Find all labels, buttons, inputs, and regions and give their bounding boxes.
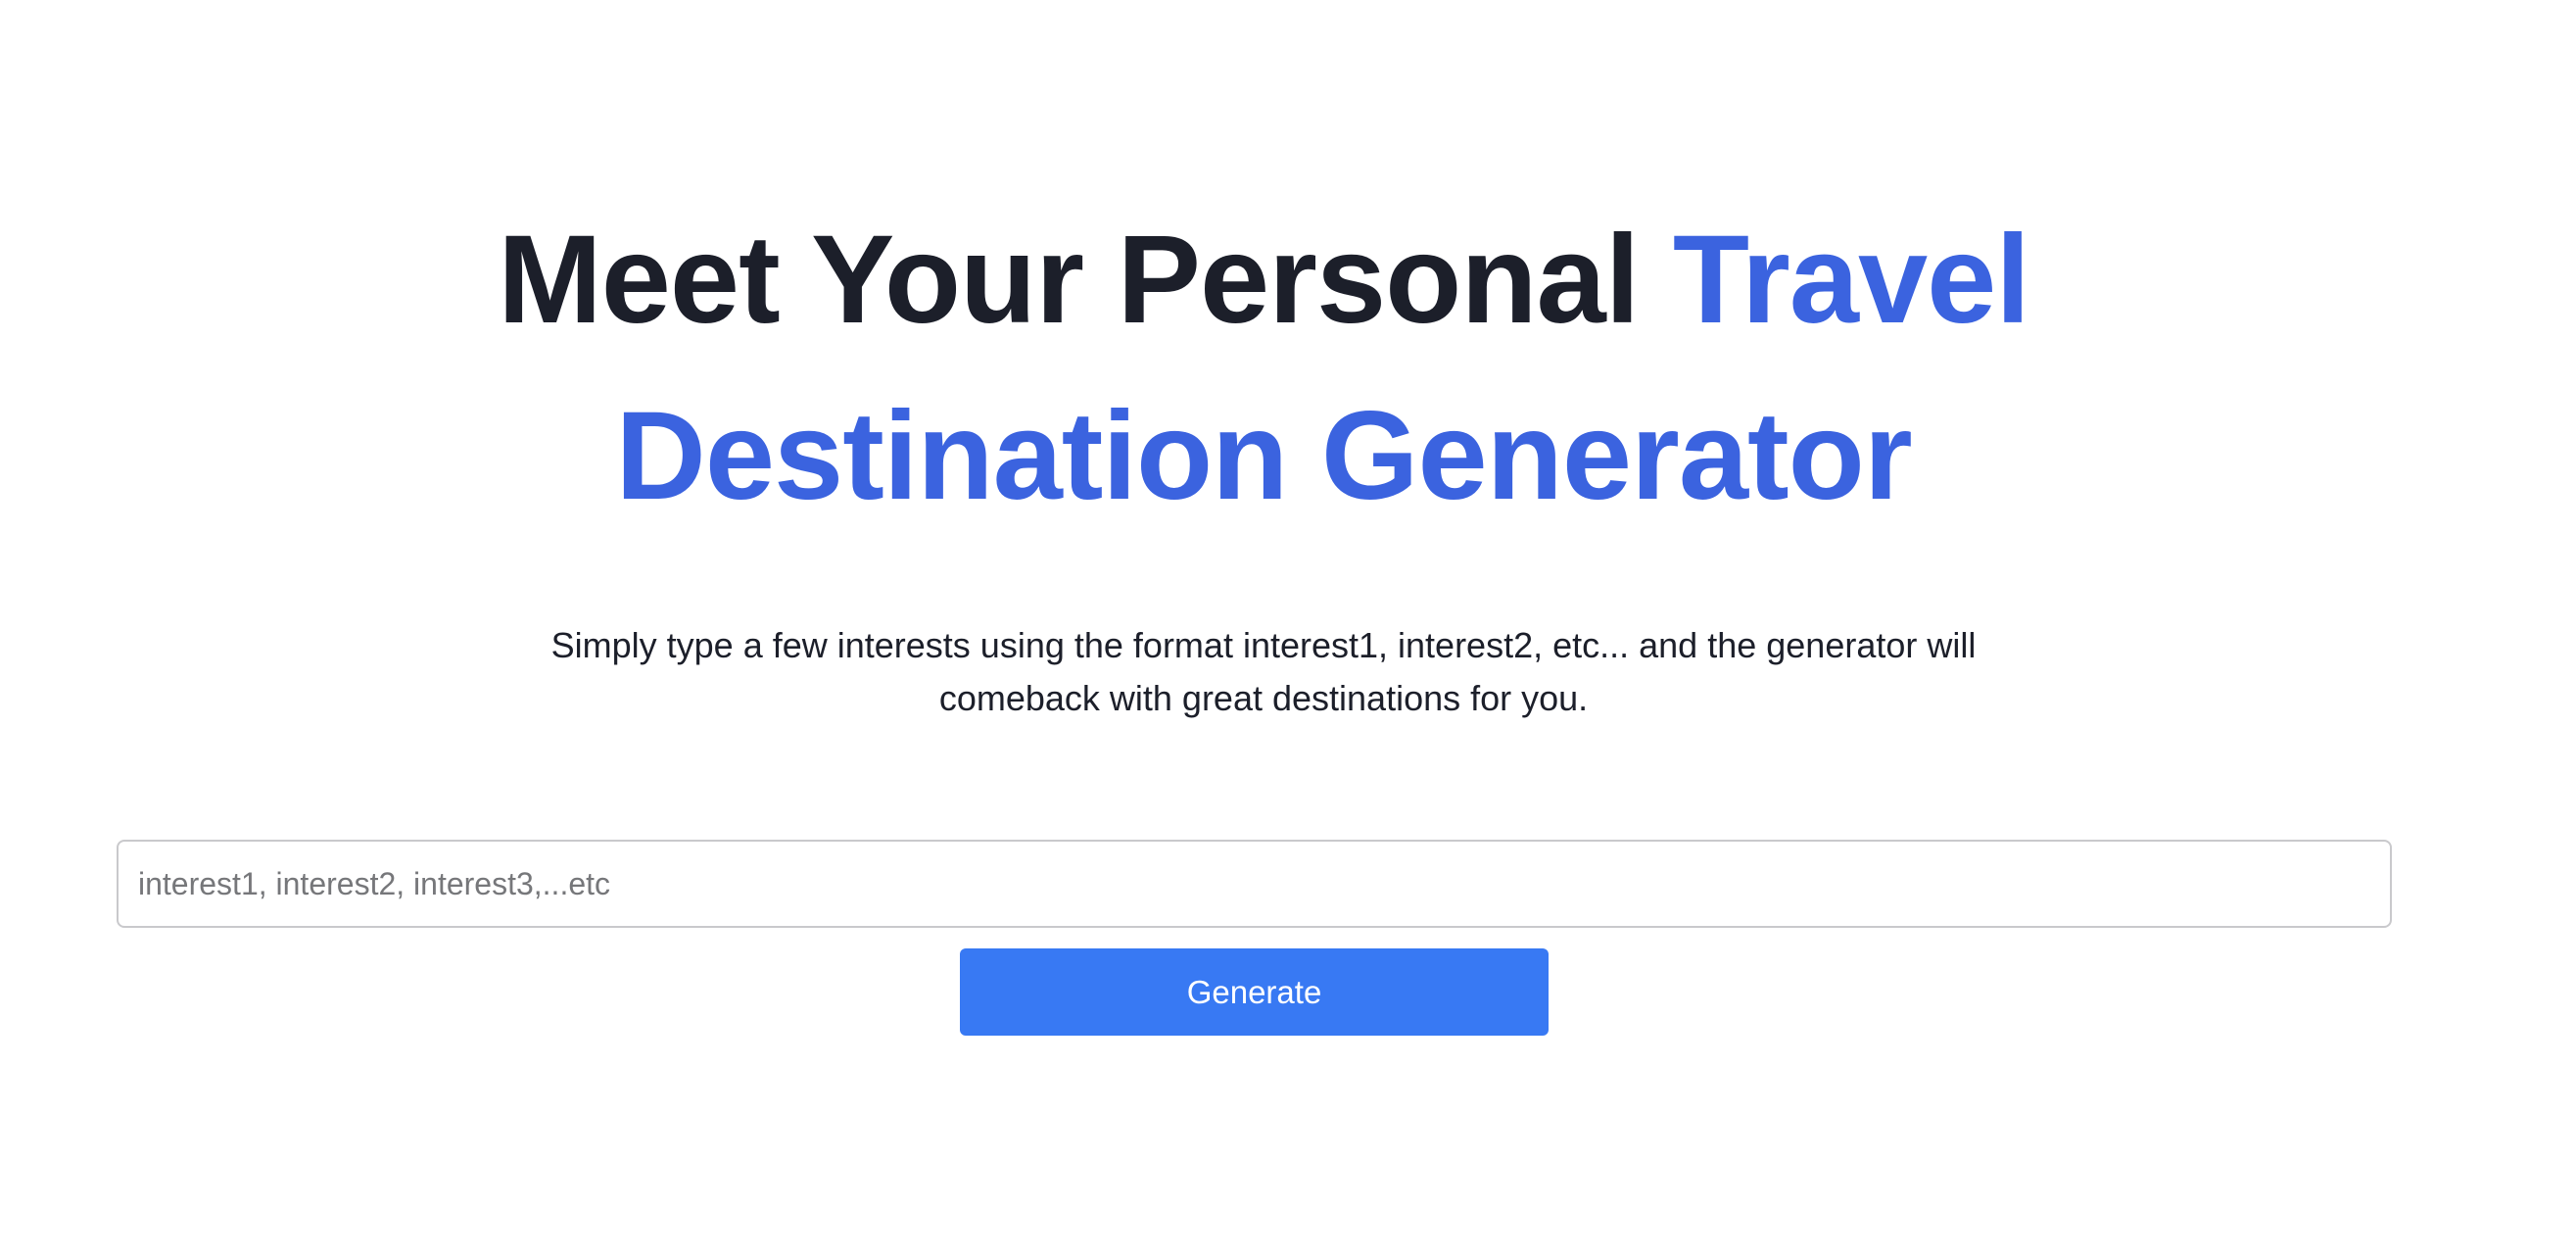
interests-input[interactable] bbox=[117, 840, 2392, 928]
hero-title-accent-travel: Travel bbox=[1672, 210, 2030, 350]
hero-title: Meet Your Personal Travel Destination Gen… bbox=[0, 192, 2527, 545]
hero-title-plain: Meet Your Personal bbox=[498, 210, 1673, 350]
subtitle: Simply type a few interests using the fo… bbox=[550, 625, 1977, 718]
page: Meet Your Personal Travel Destination Gen… bbox=[0, 0, 2576, 1260]
hero-title-accent-generator: Destination Generator bbox=[615, 386, 1912, 526]
generate-button[interactable]: Generate bbox=[960, 948, 1549, 1036]
